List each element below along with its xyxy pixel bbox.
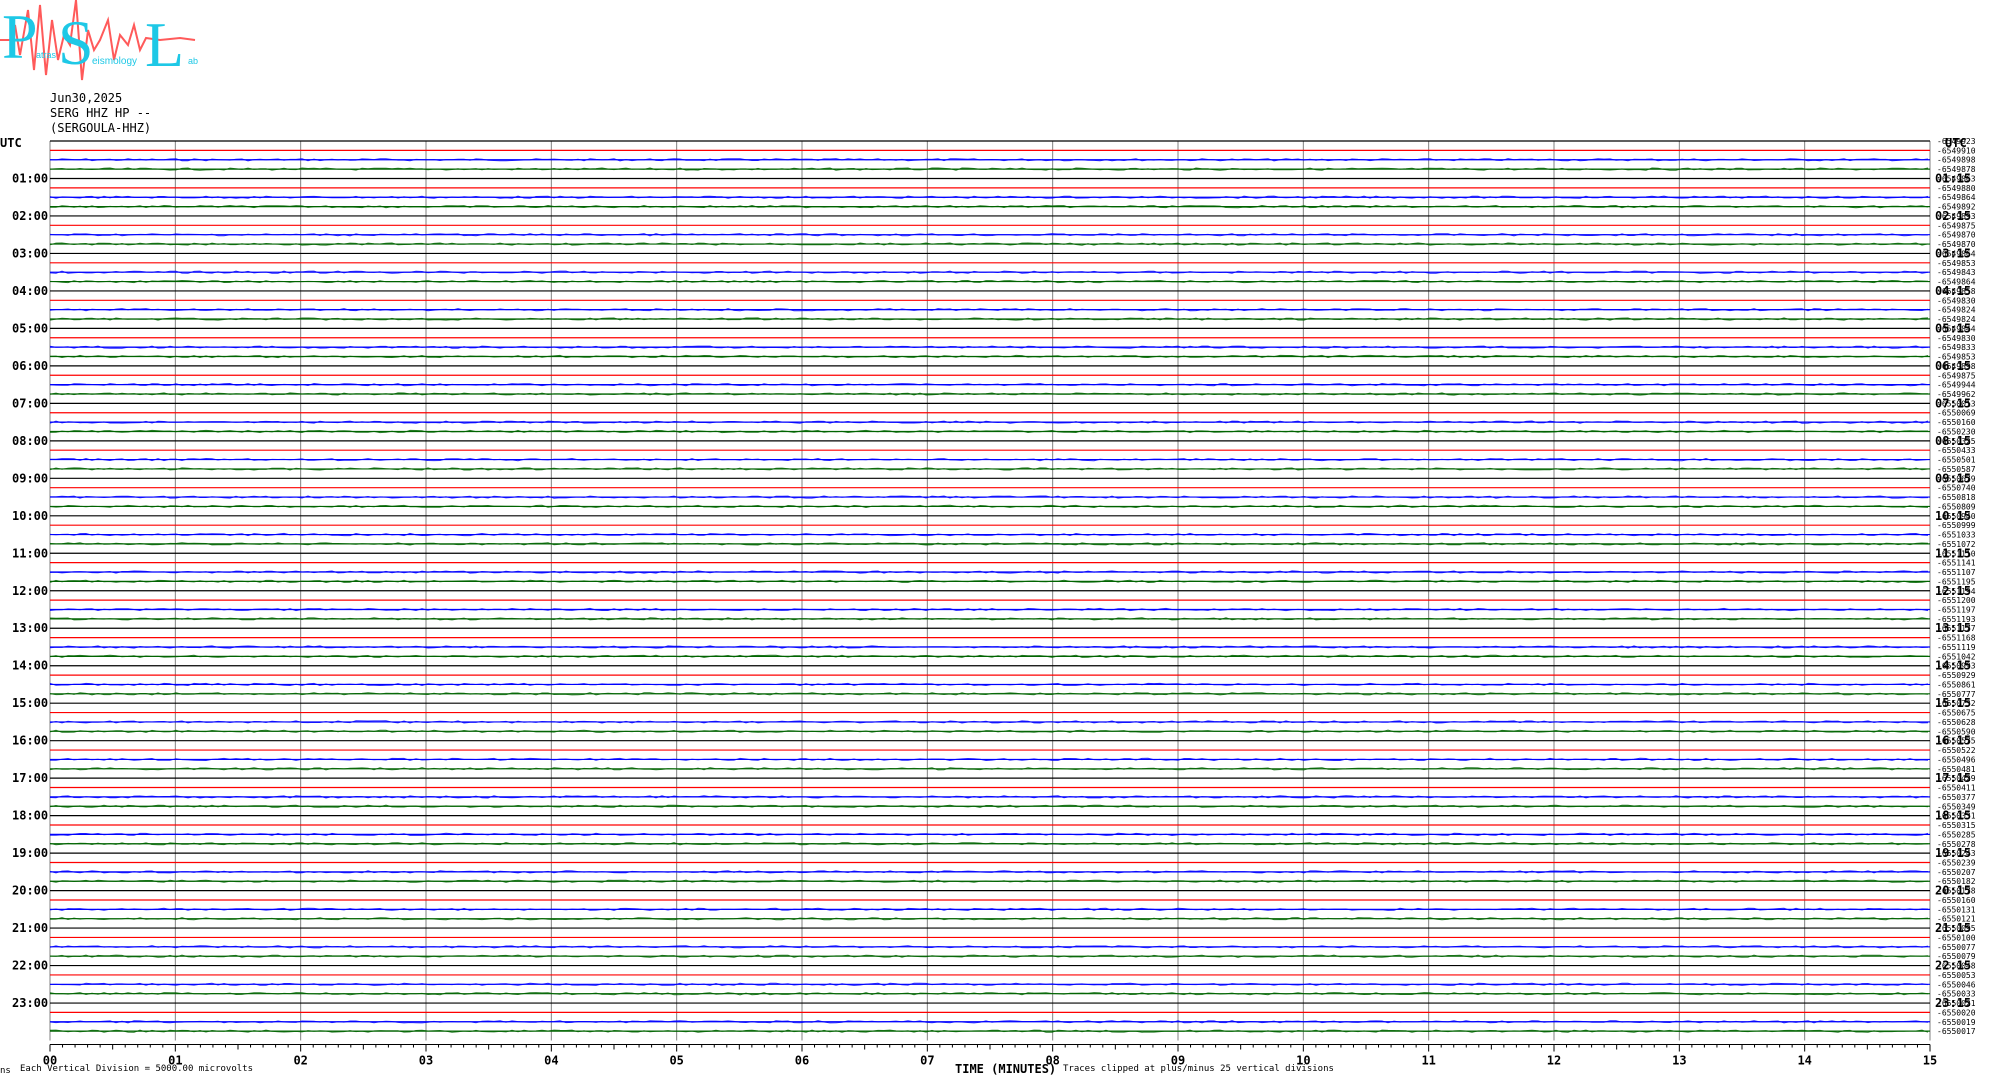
hour-label-right: 09:15	[1935, 471, 1971, 485]
trace-offset-label: -6550077	[1937, 943, 1976, 952]
hour-label-right: 15:15	[1935, 696, 1971, 710]
hour-label-right: 23:15	[1935, 996, 1971, 1010]
hour-label-left: 20:00	[12, 884, 48, 898]
trace-offset-label: -6550628	[1937, 718, 1976, 727]
hour-label-right: 19:15	[1935, 846, 1971, 860]
trace-offset-label: -6549864	[1937, 193, 1976, 202]
trace-offset-label: -6550019	[1937, 1018, 1976, 1027]
trace-offset-label: -6549870	[1937, 231, 1976, 240]
trace-noise	[49, 420, 1929, 424]
hour-label-right: 16:15	[1935, 734, 1971, 748]
trace-offset-label: -6551033	[1937, 531, 1976, 540]
trace-offset-label: -6549923	[1937, 137, 1976, 146]
hour-label-right: 14:15	[1935, 659, 1971, 673]
trace-offset-label: -6550131	[1937, 905, 1976, 914]
footer-scale-note: Each Vertical Division = 5000.00 microvo…	[20, 1064, 253, 1074]
trace-noise	[49, 579, 1929, 584]
trace-offset-label: -6549898	[1937, 156, 1976, 165]
hour-label-left: 06:00	[12, 359, 48, 373]
hour-label-right: 17:15	[1935, 771, 1971, 785]
x-tick-label: 15	[1923, 1054, 1937, 1068]
hour-label-right: 10:15	[1935, 509, 1971, 523]
x-tick-label: 07	[920, 1054, 934, 1068]
hour-label-left: 14:00	[12, 659, 48, 673]
hour-label-left: 19:00	[12, 846, 48, 860]
trace-offset-label: -6550046	[1937, 980, 1976, 989]
x-tick-label: 02	[293, 1054, 307, 1068]
hour-label-left: 01:00	[12, 171, 48, 185]
x-tick-label: 13	[1672, 1054, 1686, 1068]
trace-noise	[49, 345, 1929, 349]
hour-label-right: 02:15	[1935, 209, 1971, 223]
hour-label-right: 12:15	[1935, 584, 1971, 598]
hour-label-left: 03:00	[12, 246, 48, 260]
hour-label-right: 05:15	[1935, 321, 1971, 335]
trace-offset-label: -6550501	[1937, 456, 1976, 465]
hour-label-right: 01:15	[1935, 171, 1971, 185]
x-tick-label: 14	[1797, 1054, 1811, 1068]
trace-offset-label: -6549944	[1937, 381, 1976, 390]
hour-label-right: 07:15	[1935, 396, 1971, 410]
trace-offset-label: -6551197	[1937, 606, 1976, 615]
hour-label-left: 13:00	[12, 621, 48, 635]
trace-offset-label: -6549833	[1937, 343, 1976, 352]
hour-label-left: 15:00	[12, 696, 48, 710]
trace-offset-label: -6550861	[1937, 680, 1976, 689]
footer-clip-note: Traces clipped at plus/minus 25 vertical…	[1063, 1064, 1334, 1074]
hour-label-right: 11:15	[1935, 546, 1971, 560]
trace-offset-label: -6551107	[1937, 568, 1976, 577]
trace-noise	[49, 158, 1929, 162]
x-tick-label: 04	[544, 1054, 558, 1068]
trace-offset-label: -6550017	[1937, 1027, 1976, 1036]
hour-label-right: 08:15	[1935, 434, 1971, 448]
hour-label-left: 22:00	[12, 959, 48, 973]
trace-offset-label: -6550377	[1937, 793, 1976, 802]
trace-offset-label: -6550285	[1937, 830, 1976, 839]
trace-offset-label: -6549910	[1937, 146, 1976, 155]
trace-noise	[49, 382, 1929, 387]
trace-offset-label: -6550818	[1937, 493, 1976, 502]
hour-label-left: 02:00	[12, 209, 48, 223]
trace-noise	[49, 795, 1929, 799]
hour-label-left: 05:00	[12, 321, 48, 335]
trace-offset-label: -6551119	[1937, 643, 1976, 652]
hour-label-left: 18:00	[12, 809, 48, 823]
hour-label-right: 21:15	[1935, 921, 1971, 935]
trace-offset-label: -6550160	[1937, 418, 1976, 427]
trace-noise	[49, 195, 1929, 199]
trace-offset-label: -6549824	[1937, 306, 1976, 315]
hour-label-right: 18:15	[1935, 809, 1971, 823]
trace-offset-label: -6550207	[1937, 868, 1976, 877]
x-tick-label: 05	[669, 1054, 683, 1068]
x-tick-label: 12	[1547, 1054, 1561, 1068]
hour-label-right: 20:15	[1935, 884, 1971, 898]
hour-label-left: 17:00	[12, 771, 48, 785]
trace-offset-label: -6550496	[1937, 755, 1976, 764]
hour-label-left: 09:00	[12, 471, 48, 485]
hour-label-left: 23:00	[12, 996, 48, 1010]
hour-label-right: 22:15	[1935, 959, 1971, 973]
hour-label-left: 07:00	[12, 396, 48, 410]
x-axis-title: TIME (MINUTES)	[955, 1062, 1057, 1076]
hour-label-right: 03:15	[1935, 246, 1971, 260]
x-tick-label: 06	[795, 1054, 809, 1068]
hour-label-left: 16:00	[12, 734, 48, 748]
hour-label-left: 10:00	[12, 509, 48, 523]
x-tick-label: 11	[1421, 1054, 1435, 1068]
hour-label-left: 08:00	[12, 434, 48, 448]
helicorder-plot: -6549923-6549910-6549898-6549878-6549863…	[12, 137, 1976, 1068]
hour-label-right: 13:15	[1935, 621, 1971, 635]
trace-offset-label: -6549843	[1937, 268, 1976, 277]
x-tick-label: 03	[419, 1054, 433, 1068]
hour-label-left: 11:00	[12, 546, 48, 560]
trace-noise	[49, 870, 1928, 874]
hour-label-right: 06:15	[1935, 359, 1971, 373]
hour-label-left: 04:00	[12, 284, 48, 298]
hour-label-left: 12:00	[12, 584, 48, 598]
footer-mark: ns	[0, 1066, 11, 1076]
hour-label-left: 21:00	[12, 921, 48, 935]
hour-label-right: 04:15	[1935, 284, 1971, 298]
